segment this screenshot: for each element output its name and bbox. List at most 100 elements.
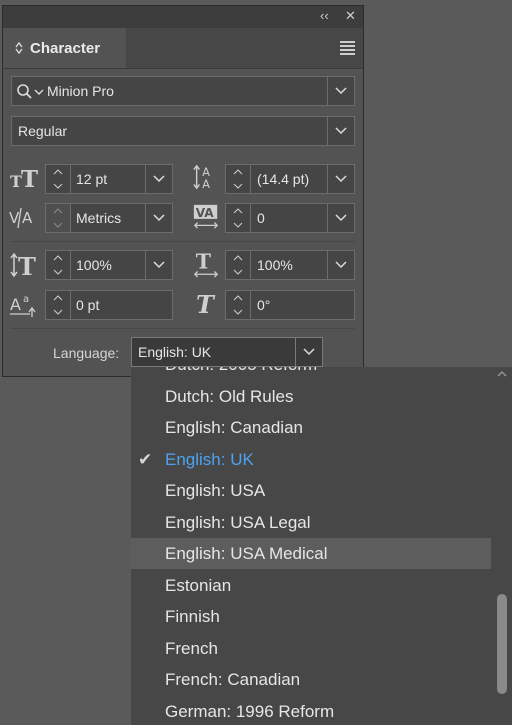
svg-text:a: a — [23, 294, 29, 305]
tracking-dropdown-button[interactable] — [327, 204, 354, 232]
language-value: English: UK — [138, 344, 212, 360]
font-style-field[interactable]: Regular — [11, 116, 355, 146]
font-size-dropdown-button[interactable] — [145, 165, 172, 193]
dropdown-item[interactable]: French: Canadian — [131, 664, 491, 695]
leading-icon: A A — [193, 164, 210, 191]
collapse-panel-button[interactable]: ‹‹ — [320, 8, 329, 23]
dropdown-item[interactable]: English: USA Legal — [131, 507, 491, 538]
chevron-down-icon — [303, 348, 315, 356]
chevron-down-icon — [335, 261, 347, 269]
expand-collapse-icon[interactable] — [15, 42, 23, 54]
dropdown-item[interactable]: Finnish — [131, 601, 491, 632]
dropdown-item[interactable]: English: Canadian — [131, 412, 491, 443]
font-size-value: 12 pt — [76, 171, 108, 187]
font-family-field[interactable]: Minion Pro — [11, 76, 355, 106]
svg-text:A: A — [202, 178, 210, 191]
svg-text:A: A — [202, 166, 210, 179]
dropdown-item-label: German: 1996 Reform — [165, 701, 335, 721]
dropdown-item-label: Dutch: Old Rules — [165, 386, 294, 406]
scroll-up-arrow-icon[interactable] — [497, 370, 507, 377]
dropdown-item-label: English: USA — [165, 481, 266, 500]
chevron-down-icon — [153, 214, 165, 222]
font-size-stepper[interactable] — [46, 165, 71, 193]
leading-value: (14.4 pt) — [257, 171, 310, 187]
kerning-stepper[interactable] — [46, 204, 71, 232]
leading-stepper[interactable] — [226, 165, 251, 193]
chevron-down-icon — [153, 175, 165, 183]
horizontal-scale-field[interactable]: 100% — [225, 250, 355, 280]
font-style-dropdown-button[interactable] — [327, 117, 354, 145]
baseline-shift-stepper[interactable] — [46, 291, 71, 319]
vertical-scale-field[interactable]: 100% — [45, 250, 173, 280]
svg-text:A: A — [10, 295, 21, 314]
font-family-dropdown-button[interactable] — [327, 77, 354, 105]
tracking-field[interactable]: 0 — [225, 203, 355, 233]
chevron-down-icon — [153, 261, 165, 269]
dropdown-item-label: English: USA Medical — [165, 544, 328, 563]
dropdown-scrollbar-thumb[interactable] — [497, 594, 507, 694]
svg-text:VA: VA — [196, 206, 215, 220]
vertical-scale-stepper[interactable] — [46, 251, 71, 279]
dropdown-scrollbar[interactable] — [492, 367, 512, 725]
font-family-value: Minion Pro — [47, 83, 114, 99]
dropdown-item[interactable]: French — [131, 633, 491, 664]
checkmark-icon: ✔ — [138, 449, 153, 469]
dropdown-item-label: Estonian — [165, 575, 232, 595]
svg-text:A: A — [22, 209, 33, 227]
language-dropdown-button[interactable] — [295, 338, 322, 366]
vertical-scale-value: 100% — [76, 257, 112, 273]
dropdown-item[interactable]: English: USA — [131, 475, 491, 506]
close-panel-button[interactable]: ✕ — [345, 8, 356, 24]
dropdown-item[interactable]: ✔ English: UK — [131, 444, 491, 475]
vertical-scale-dropdown-button[interactable] — [145, 251, 172, 279]
skew-value: 0° — [257, 297, 271, 313]
dropdown-item-label: English: USA Legal — [165, 512, 311, 532]
tab-character[interactable]: Character — [3, 28, 126, 68]
font-size-field[interactable]: 12 pt — [45, 164, 173, 194]
dropdown-item[interactable]: Dutch: Old Rules — [131, 381, 491, 412]
search-icon[interactable] — [16, 83, 46, 101]
dropdown-item[interactable]: Estonian — [131, 570, 491, 601]
leading-field[interactable]: (14.4 pt) — [225, 164, 355, 194]
dropdown-item[interactable]: Dutch: 2005 Reform — [131, 367, 491, 380]
horizontal-scale-dropdown-button[interactable] — [327, 251, 354, 279]
language-label: Language: — [53, 345, 120, 361]
font-size-icon: T T — [10, 166, 38, 193]
horizontal-scale-stepper[interactable] — [226, 251, 251, 279]
baseline-shift-value: 0 pt — [76, 297, 100, 313]
svg-text:T: T — [18, 252, 36, 279]
chevron-down-icon — [335, 127, 347, 135]
panel-menu-icon[interactable] — [340, 41, 355, 57]
tracking-value: 0 — [257, 210, 265, 226]
tab-label: Character — [30, 39, 101, 57]
tracking-stepper[interactable] — [226, 204, 251, 232]
language-select[interactable]: English: UK — [131, 337, 323, 367]
svg-text:T: T — [196, 250, 212, 274]
tracking-icon: VA — [193, 204, 219, 229]
dropdown-item-label: French: Canadian — [165, 670, 301, 689]
horizontal-scale-value: 100% — [257, 257, 293, 273]
chevron-down-icon — [335, 214, 347, 222]
svg-text:T: T — [21, 166, 38, 193]
chevron-down-icon — [335, 87, 347, 95]
svg-text:T: T — [196, 290, 216, 318]
dropdown-item-label: English: UK — [165, 449, 254, 469]
skew-field[interactable]: 0° — [225, 290, 355, 320]
language-dropdown-list[interactable]: Dutch: 2005 Reform Dutch: Old Rules Englis… — [131, 367, 512, 725]
skew-stepper[interactable] — [226, 291, 251, 319]
dropdown-item-label: Finnish — [165, 607, 220, 626]
dropdown-item[interactable]: German: 1996 Reform — [131, 696, 491, 725]
panel-titlebar: ‹‹ ✕ — [3, 6, 363, 28]
baseline-shift-icon: A a — [10, 294, 36, 317]
kerning-field[interactable]: Metrics — [45, 203, 173, 233]
kerning-dropdown-button[interactable] — [145, 204, 172, 232]
leading-dropdown-button[interactable] — [327, 165, 354, 193]
vertical-scale-icon: T — [10, 252, 36, 279]
kerning-icon: V A — [9, 207, 33, 229]
dropdown-item-label: Dutch: 2005 Reform — [165, 367, 317, 374]
dropdown-item[interactable]: English: USA Medical — [131, 538, 491, 569]
panel-tab-row: Character — [3, 28, 363, 69]
character-panel: ‹‹ ✕ Character Minion Pro Regular T T 12… — [2, 5, 364, 377]
kerning-value: Metrics — [76, 210, 122, 226]
baseline-shift-field[interactable]: 0 pt — [45, 290, 173, 320]
